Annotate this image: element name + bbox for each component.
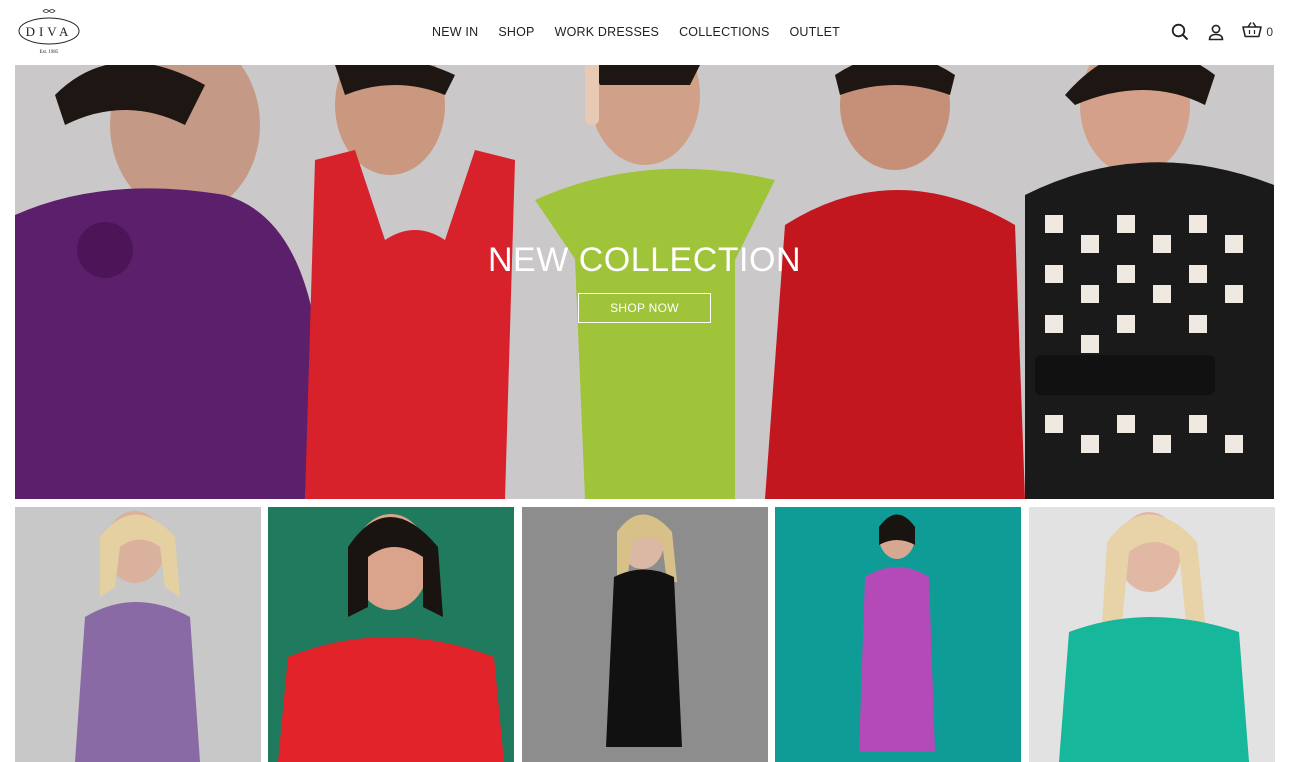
search-icon[interactable]	[1170, 22, 1190, 42]
cart-button[interactable]: 0	[1242, 21, 1273, 44]
nav-new-in[interactable]: NEW IN	[432, 25, 478, 39]
shop-now-button[interactable]: SHOP NOW	[578, 293, 711, 323]
diva-logo[interactable]: DIVA Est. 1985	[15, 6, 83, 58]
nav-collections[interactable]: COLLECTIONS	[679, 25, 769, 39]
hero-title: NEW COLLECTION	[487, 241, 802, 279]
product-tile[interactable]	[268, 507, 514, 762]
product-image	[522, 507, 768, 762]
basket-icon	[1242, 21, 1263, 44]
cart-count: 0	[1266, 25, 1273, 39]
product-image	[15, 507, 261, 762]
site-header: DIVA Est. 1985 NEW IN SHOP WORK DRESSES …	[0, 0, 1289, 64]
user-icon[interactable]	[1206, 22, 1226, 42]
product-image	[268, 507, 514, 762]
hero-image	[15, 65, 1274, 499]
logo-established: Est. 1985	[40, 50, 59, 55]
main-navigation: NEW IN SHOP WORK DRESSES COLLECTIONS OUT…	[432, 0, 840, 64]
hero-banner[interactable]: NEW COLLECTION SHOP NOW	[15, 65, 1274, 499]
header-actions: 0	[1170, 0, 1273, 64]
product-tile[interactable]	[1029, 507, 1275, 762]
product-tile[interactable]	[522, 507, 768, 762]
product-tile[interactable]	[775, 507, 1021, 762]
nav-shop[interactable]: SHOP	[498, 25, 534, 39]
nav-outlet[interactable]: OUTLET	[790, 25, 841, 39]
product-image	[775, 507, 1021, 762]
product-image	[1029, 507, 1275, 762]
product-tile[interactable]	[15, 507, 261, 762]
logo-wordmark: DIVA	[26, 24, 73, 39]
nav-work-dresses[interactable]: WORK DRESSES	[555, 25, 660, 39]
product-grid	[15, 507, 1275, 762]
